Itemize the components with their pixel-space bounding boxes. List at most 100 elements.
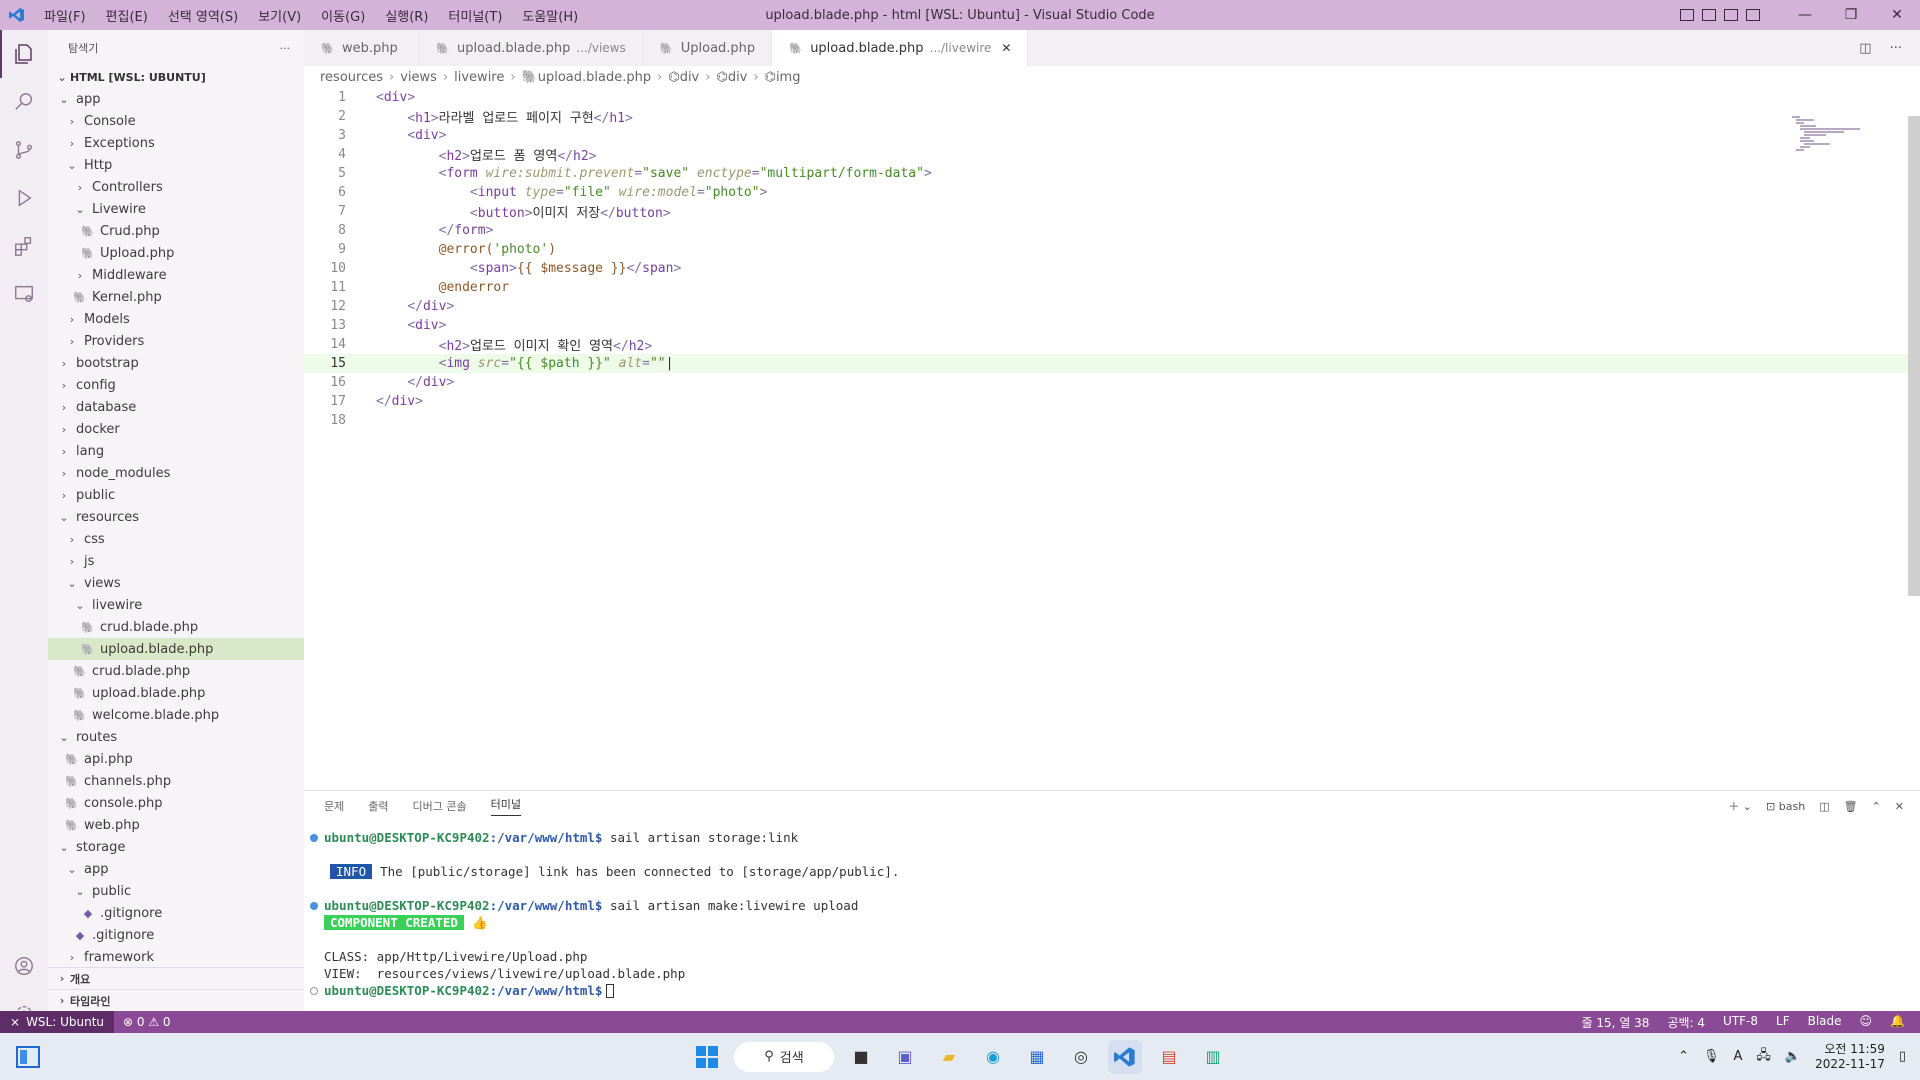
- more-actions-icon[interactable]: ···: [280, 42, 291, 55]
- run-debug-icon[interactable]: [0, 174, 48, 222]
- toggle-sidebar-icon[interactable]: [1680, 9, 1694, 21]
- customize-layout-icon[interactable]: [1746, 9, 1760, 21]
- panel-tab[interactable]: 터미널: [490, 796, 521, 816]
- tree-item[interactable]: 🐘 web.php: [48, 814, 304, 836]
- close-button[interactable]: ✕: [1874, 7, 1920, 23]
- tree-item[interactable]: › Exceptions: [48, 132, 304, 154]
- restore-button[interactable]: ❐: [1828, 7, 1874, 23]
- task-view-icon[interactable]: ■: [844, 1040, 878, 1074]
- terminal-shell-label[interactable]: ⊡ bash: [1766, 800, 1805, 813]
- toggle-panel-icon[interactable]: [1702, 9, 1716, 21]
- sidebar-section-1[interactable]: › 타임라인: [48, 989, 304, 1011]
- tree-item[interactable]: 🐘 Upload.php: [48, 242, 304, 264]
- show-hidden-icons[interactable]: ⌃: [1678, 1049, 1689, 1064]
- breadcrumb-item[interactable]: livewire: [454, 70, 504, 85]
- microsoft-store-icon[interactable]: ▦: [1020, 1040, 1054, 1074]
- tree-item[interactable]: ⌄ app: [48, 88, 304, 110]
- editor-tab[interactable]: 🐘 upload.blade.php .../livewire ✕: [772, 30, 1029, 66]
- widgets-icon[interactable]: [0, 1045, 56, 1068]
- editor-tab[interactable]: 🐘 web.php: [304, 30, 419, 66]
- tree-item[interactable]: ⌄ Http: [48, 154, 304, 176]
- tree-item[interactable]: 🐘 Kernel.php: [48, 286, 304, 308]
- sidebar-section-0[interactable]: › 개요: [48, 967, 304, 989]
- tree-item[interactable]: ◆ .gitignore: [48, 924, 304, 946]
- minimap[interactable]: [1792, 116, 1880, 156]
- menu-item[interactable]: 보기(V): [248, 6, 311, 25]
- code-editor[interactable]: 1 <div> 2 <h1>라라벨 업로드 페이지 구현</h1> 3 <div> 4 …: [304, 88, 1920, 430]
- network-icon[interactable]: 🖧: [1756, 1046, 1771, 1068]
- tree-item[interactable]: › docker: [48, 418, 304, 440]
- language-mode[interactable]: Blade: [1799, 1014, 1851, 1031]
- tree-item[interactable]: › public: [48, 484, 304, 506]
- search-icon[interactable]: [0, 78, 48, 126]
- toggle-secondary-sidebar-icon[interactable]: [1724, 9, 1738, 21]
- explorer-icon[interactable]: [0, 30, 48, 78]
- volume-icon[interactable]: 🔈: [1785, 1049, 1801, 1064]
- tree-item[interactable]: › css: [48, 528, 304, 550]
- vscode-taskbar-icon[interactable]: [1108, 1039, 1142, 1074]
- indentation[interactable]: 공백: 4: [1658, 1014, 1714, 1031]
- maximize-panel-icon[interactable]: ⌃: [1872, 800, 1881, 813]
- vscode-logo-icon[interactable]: [0, 7, 34, 23]
- edge-browser-icon[interactable]: ◉: [976, 1040, 1010, 1074]
- tree-item[interactable]: 🐘 upload.blade.php: [48, 682, 304, 704]
- tree-item[interactable]: 🐘 welcome.blade.php: [48, 704, 304, 726]
- menu-item[interactable]: 터미널(T): [438, 6, 512, 25]
- file-explorer-icon[interactable]: ▰: [932, 1040, 966, 1074]
- panel-tab[interactable]: 문제: [324, 798, 344, 814]
- tree-item[interactable]: ⌄ Livewire: [48, 198, 304, 220]
- editor-more-icon[interactable]: ···: [1890, 41, 1902, 56]
- panel-tab[interactable]: 출력: [368, 798, 388, 814]
- tree-item[interactable]: › config: [48, 374, 304, 396]
- accounts-icon[interactable]: [0, 942, 48, 990]
- terminal-output[interactable]: ubuntu@DESKTOP-KC9P402:/var/www/html$ sa…: [304, 821, 1920, 999]
- split-editor-icon[interactable]: ◫: [1859, 41, 1871, 56]
- tree-item[interactable]: › lang: [48, 440, 304, 462]
- tree-item[interactable]: 🐘 crud.blade.php: [48, 616, 304, 638]
- tree-item[interactable]: 🐘 crud.blade.php: [48, 660, 304, 682]
- source-control-icon[interactable]: [0, 126, 48, 174]
- menu-item[interactable]: 파일(F): [34, 6, 96, 25]
- close-tab-icon[interactable]: ✕: [1001, 41, 1011, 55]
- taskbar-search[interactable]: ⚲ 검색: [734, 1041, 834, 1072]
- tree-item[interactable]: › Console: [48, 110, 304, 132]
- editor-tab[interactable]: 🐘 upload.blade.php .../views: [419, 30, 643, 66]
- minimize-button[interactable]: —: [1782, 7, 1828, 23]
- tree-item[interactable]: › Providers: [48, 330, 304, 352]
- tree-item[interactable]: ⌄ routes: [48, 726, 304, 748]
- tree-item[interactable]: › Middleware: [48, 264, 304, 286]
- tree-item[interactable]: › node_modules: [48, 462, 304, 484]
- tree-item[interactable]: ⌄ livewire: [48, 594, 304, 616]
- document-app-icon[interactable]: ▤: [1152, 1040, 1186, 1074]
- new-terminal-icon[interactable]: ＋ ⌄: [1728, 798, 1752, 814]
- tree-item[interactable]: ⌄ storage: [48, 836, 304, 858]
- system-clock[interactable]: 오전 11:59 2022-11-17: [1815, 1042, 1885, 1072]
- tree-item[interactable]: › database: [48, 396, 304, 418]
- tree-item[interactable]: › Controllers: [48, 176, 304, 198]
- editor-scrollbar[interactable]: [1908, 116, 1920, 596]
- notifications-bell-icon[interactable]: 🔔: [1881, 1014, 1914, 1031]
- notes-app-icon[interactable]: ▥: [1196, 1040, 1230, 1074]
- tree-item[interactable]: 🐘 console.php: [48, 792, 304, 814]
- cursor-position[interactable]: 줄 15, 열 38: [1573, 1014, 1659, 1031]
- encoding[interactable]: UTF-8: [1714, 1014, 1767, 1031]
- remote-indicator[interactable]: ⨯ WSL: Ubuntu: [0, 1011, 115, 1033]
- tree-item[interactable]: 🐘 upload.blade.php: [48, 638, 304, 660]
- end-of-line[interactable]: LF: [1767, 1014, 1799, 1031]
- breadcrumb-item[interactable]: resources: [320, 70, 383, 85]
- editor-tab[interactable]: 🐘 Upload.php: [643, 30, 773, 66]
- tree-item[interactable]: 🐘 channels.php: [48, 770, 304, 792]
- microphone-icon[interactable]: 🎙: [1703, 1049, 1720, 1064]
- extensions-icon[interactable]: [0, 222, 48, 270]
- notification-center-icon[interactable]: ▯: [1899, 1049, 1906, 1064]
- tree-item[interactable]: › Models: [48, 308, 304, 330]
- menu-item[interactable]: 선택 영역(S): [158, 6, 248, 25]
- start-button-icon[interactable]: [690, 1040, 724, 1074]
- remote-explorer-icon[interactable]: [0, 270, 48, 318]
- tree-item[interactable]: ⌄ views: [48, 572, 304, 594]
- workspace-section-header[interactable]: ⌄ HTML [WSL: UBUNTU]: [48, 66, 304, 88]
- tree-item[interactable]: ◆ .gitignore: [48, 902, 304, 924]
- close-panel-icon[interactable]: ✕: [1895, 800, 1904, 813]
- tree-item[interactable]: ⌄ app: [48, 858, 304, 880]
- tree-item[interactable]: ⌄ public: [48, 880, 304, 902]
